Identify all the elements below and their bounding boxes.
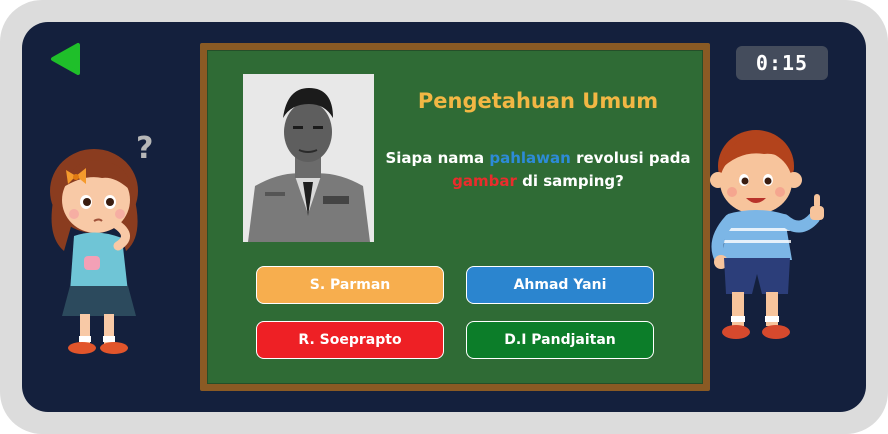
answer-option-a-button[interactable]: S. Parman — [256, 266, 444, 304]
device-frame: 0:15 ? Pengetahuan Umum Siapa nama pahla… — [0, 0, 888, 434]
answer-option-d-button[interactable]: D.I Pandjaitan — [466, 321, 654, 359]
chalkboard-surface: Pengetahuan Umum Siapa nama pahlawan rev… — [207, 50, 703, 384]
question-part: revolusi pada — [570, 149, 691, 167]
question-highlight-blue: pahlawan — [489, 149, 571, 167]
game-screen: 0:15 ? Pengetahuan Umum Siapa nama pahla… — [22, 22, 866, 412]
thumbs-up-boy-illustration — [710, 130, 824, 339]
hero-portrait-photo — [243, 74, 374, 242]
question-part: di samping? — [516, 172, 624, 190]
countdown-timer: 0:15 — [736, 46, 828, 80]
svg-text:?: ? — [136, 131, 153, 166]
back-arrow-icon[interactable] — [48, 42, 82, 76]
chalkboard: Pengetahuan Umum Siapa nama pahlawan rev… — [200, 43, 710, 391]
answer-option-b-button[interactable]: Ahmad Yani — [466, 266, 654, 304]
answer-option-c-button[interactable]: R. Soeprapto — [256, 321, 444, 359]
question-text: Siapa nama pahlawan revolusi pada gambar… — [384, 147, 692, 193]
thinking-girl-illustration: ? — [50, 131, 153, 354]
question-mark-icon: ? — [136, 131, 153, 166]
question-part: Siapa nama — [385, 149, 490, 167]
question-highlight-red: gambar — [452, 172, 517, 190]
quiz-category-title: Pengetahuan Umum — [417, 89, 659, 113]
